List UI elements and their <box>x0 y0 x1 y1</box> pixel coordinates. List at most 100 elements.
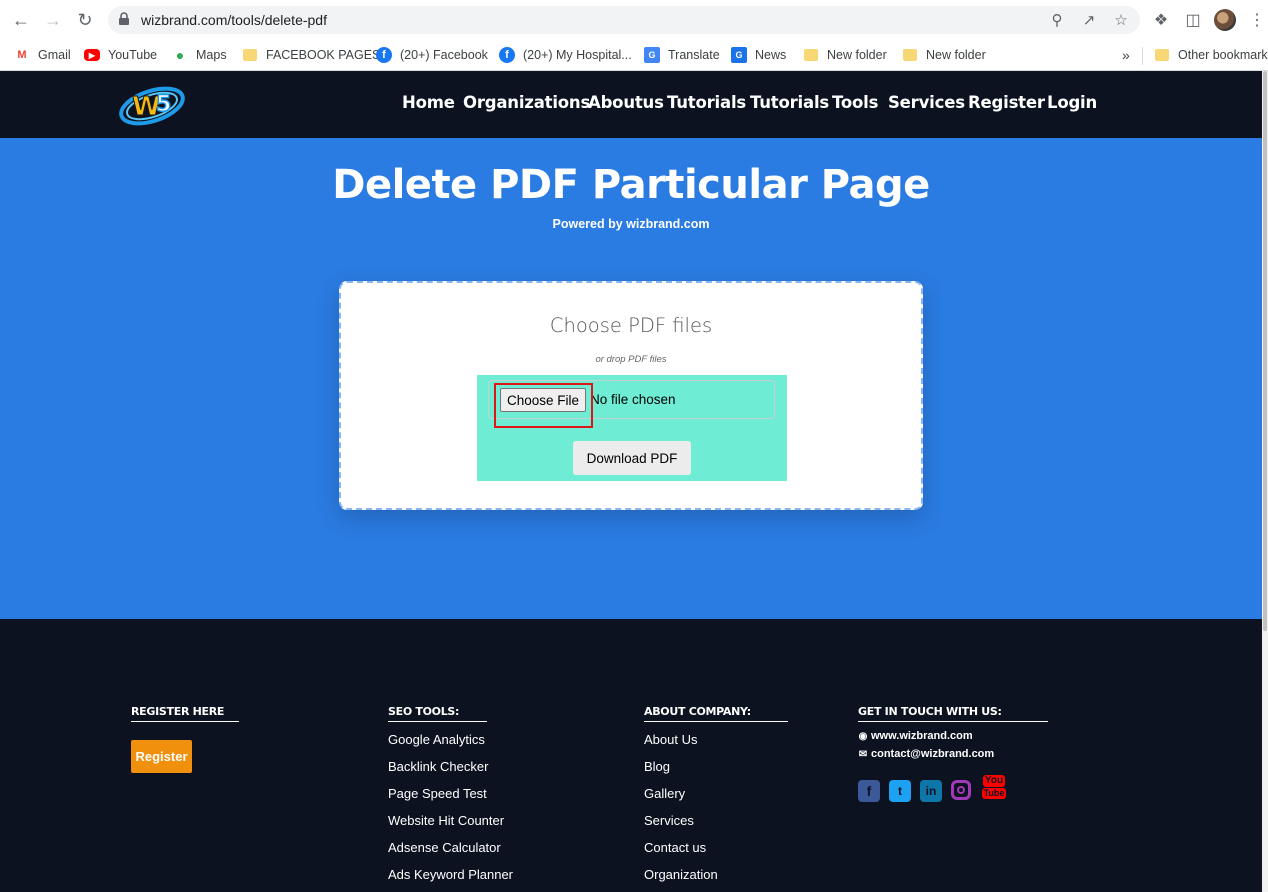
nav-tools[interactable]: Tools <box>832 93 878 112</box>
linkedin-icon[interactable]: in <box>920 780 942 802</box>
footer-link[interactable]: Backlink Checker <box>388 759 513 786</box>
bookmark-youtube[interactable]: ▶ YouTube <box>84 45 157 65</box>
maps-icon: ● <box>175 47 185 63</box>
more-bookmarks-chevron[interactable]: » <box>1122 45 1130 65</box>
footer-heading: REGISTER HERE <box>131 705 239 722</box>
forward-arrow-icon[interactable]: → <box>41 8 65 32</box>
star-icon[interactable]: ☆ <box>1112 11 1130 29</box>
contact-details: ◉ www.wizbrand.com ✉ contact@wizbrand.co… <box>858 727 995 763</box>
bookmark-label: FACEBOOK PAGES <box>266 48 381 62</box>
nav-services[interactable]: Services <box>888 93 965 112</box>
nav-login[interactable]: Login <box>1047 93 1097 112</box>
upload-subtitle: or drop PDF files <box>595 354 667 365</box>
address-bar[interactable]: wizbrand.com/tools/delete-pdf ⚲ ↗ ☆ <box>108 6 1140 34</box>
bookmark-new-folder[interactable]: New folder <box>902 45 986 65</box>
side-panel-icon[interactable]: ◫ <box>1182 9 1204 31</box>
contact-website-text: www.wizbrand.com <box>871 730 973 742</box>
upload-title: Choose PDF files <box>549 314 713 337</box>
bookmark-my-hospital[interactable]: f (20+) My Hospital... <box>499 45 632 65</box>
contact-website[interactable]: ◉ www.wizbrand.com <box>858 727 994 745</box>
translate-icon: G <box>644 47 660 63</box>
bookmarks-divider <box>1142 47 1143 65</box>
footer-register-button[interactable]: Register <box>131 740 192 773</box>
bookmark-label: (20+) Facebook <box>400 48 488 62</box>
page-title: Delete PDF Particular Page <box>332 162 930 208</box>
svg-text:5: 5 <box>156 92 171 117</box>
folder-icon <box>242 47 258 63</box>
envelope-icon: ✉ <box>858 748 868 760</box>
footer-link[interactable]: Page Speed Test <box>388 786 513 813</box>
bookmark-label: Maps <box>196 48 227 62</box>
site-header: W 5 Home Organizations Aboutus Tutorials… <box>0 71 1262 138</box>
bookmark-facebook-pages[interactable]: FACEBOOK PAGES <box>242 45 380 65</box>
contact-email-text: contact@wizbrand.com <box>871 748 995 760</box>
footer-link[interactable]: Website Hit Counter <box>388 813 513 840</box>
browser-toolbar: ← → ↻ wizbrand.com/tools/delete-pdf ⚲ ↗ … <box>0 0 1268 40</box>
footer-register-column: REGISTER HERE Register <box>131 702 239 773</box>
share-icon[interactable]: ↗ <box>1080 11 1098 29</box>
facebook-icon: f <box>376 47 392 63</box>
bookmark-gmail[interactable]: M Gmail <box>14 45 71 65</box>
instagram-icon[interactable] <box>951 780 971 800</box>
footer-contact-column: GET IN TOUCH WITH US: ◉ www.wizbrand.com… <box>858 702 1048 802</box>
reload-icon[interactable]: ↻ <box>73 8 97 32</box>
zoom-icon[interactable]: ⚲ <box>1048 11 1066 29</box>
contact-email[interactable]: ✉ contact@wizbrand.com <box>858 745 994 763</box>
back-arrow-icon[interactable]: ← <box>9 8 33 32</box>
wizbrand-logo[interactable]: W 5 <box>118 79 188 129</box>
facebook-icon[interactable]: f <box>858 780 880 802</box>
about-company-list: About Us Blog Gallery Services Contact u… <box>644 732 718 892</box>
footer-link[interactable]: Adsense Calculator <box>388 840 513 867</box>
lock-icon <box>119 12 129 25</box>
gmail-icon: M <box>17 49 27 61</box>
highlight-box <box>494 383 593 428</box>
upload-card[interactable]: Choose PDF files or drop PDF files Choos… <box>339 281 923 510</box>
footer-link[interactable]: Google Analytics <box>388 732 513 759</box>
bookmark-label: Translate <box>668 48 720 62</box>
bookmark-label: Other bookmarks <box>1178 48 1268 62</box>
footer-heading: GET IN TOUCH WITH US: <box>858 705 1048 722</box>
footer-link[interactable]: Services <box>644 813 718 840</box>
folder-icon <box>1154 47 1170 63</box>
footer-heading: SEO TOOLS: <box>388 705 487 722</box>
bookmark-other[interactable]: Other bookmarks <box>1154 45 1268 65</box>
extensions-icon[interactable]: ❖ <box>1150 9 1172 31</box>
nav-tutorials[interactable]: Tutorials <box>667 93 746 112</box>
bookmark-label: (20+) My Hospital... <box>523 48 632 62</box>
url-text: wizbrand.com/tools/delete-pdf <box>141 12 327 28</box>
menu-dots-icon[interactable]: ⋮ <box>1246 9 1268 31</box>
nav-home[interactable]: Home <box>402 93 455 112</box>
nav-tutorials-2[interactable]: Tutorials <box>750 93 829 112</box>
youtube-icon[interactable]: You Tube <box>981 775 1007 799</box>
nav-register[interactable]: Register <box>968 93 1045 112</box>
file-input[interactable]: Choose File No file chosen <box>488 380 775 428</box>
bookmark-translate[interactable]: G Translate <box>644 45 720 65</box>
bookmark-facebook[interactable]: f (20+) Facebook <box>376 45 488 65</box>
bookmark-label: New folder <box>827 48 887 62</box>
powered-by: Powered by wizbrand.com <box>552 217 710 231</box>
footer-link[interactable]: Blog <box>644 759 718 786</box>
seo-tools-list: Google Analytics Backlink Checker Page S… <box>388 732 513 892</box>
nav-organizations[interactable]: Organizations <box>463 93 590 112</box>
page-scrollbar-thumb[interactable] <box>1263 71 1267 631</box>
nav-aboutus[interactable]: Aboutus <box>588 93 664 112</box>
footer-link[interactable]: Ads Keyword Planner <box>388 867 513 892</box>
footer-seo-column: SEO TOOLS: Google Analytics Backlink Che… <box>388 702 513 882</box>
file-status: No file chosen <box>590 392 676 407</box>
footer-about-column: ABOUT COMPANY: About Us Blog Gallery Ser… <box>644 702 788 882</box>
bookmark-label: New folder <box>926 48 986 62</box>
bookmark-maps[interactable]: ● Maps <box>172 45 227 65</box>
download-pdf-button[interactable]: Download PDF <box>573 441 691 475</box>
bookmark-new-folder[interactable]: New folder <box>803 45 887 65</box>
footer-link[interactable]: About Us <box>644 732 718 759</box>
footer-link[interactable]: Gallery <box>644 786 718 813</box>
bookmark-label: Gmail <box>38 48 71 62</box>
site-footer: REGISTER HERE Register SEO TOOLS: Google… <box>0 619 1262 892</box>
news-icon: G <box>731 47 747 63</box>
bookmark-news[interactable]: G News <box>731 45 786 65</box>
profile-avatar[interactable] <box>1214 9 1236 31</box>
footer-link[interactable]: Organization <box>644 867 718 892</box>
footer-link[interactable]: Contact us <box>644 840 718 867</box>
twitter-icon[interactable]: t <box>889 780 911 802</box>
globe-icon: ◉ <box>858 730 868 742</box>
